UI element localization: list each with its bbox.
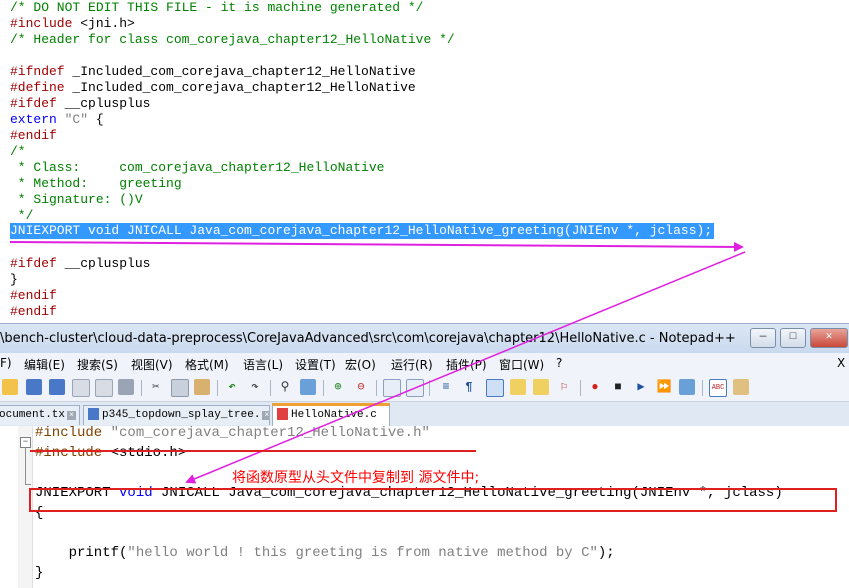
prototype-highlight-box (29, 488, 837, 512)
copy-arrow (185, 251, 746, 484)
annotation-overlay (9, 241, 837, 512)
underline-arrow (9, 241, 744, 252)
